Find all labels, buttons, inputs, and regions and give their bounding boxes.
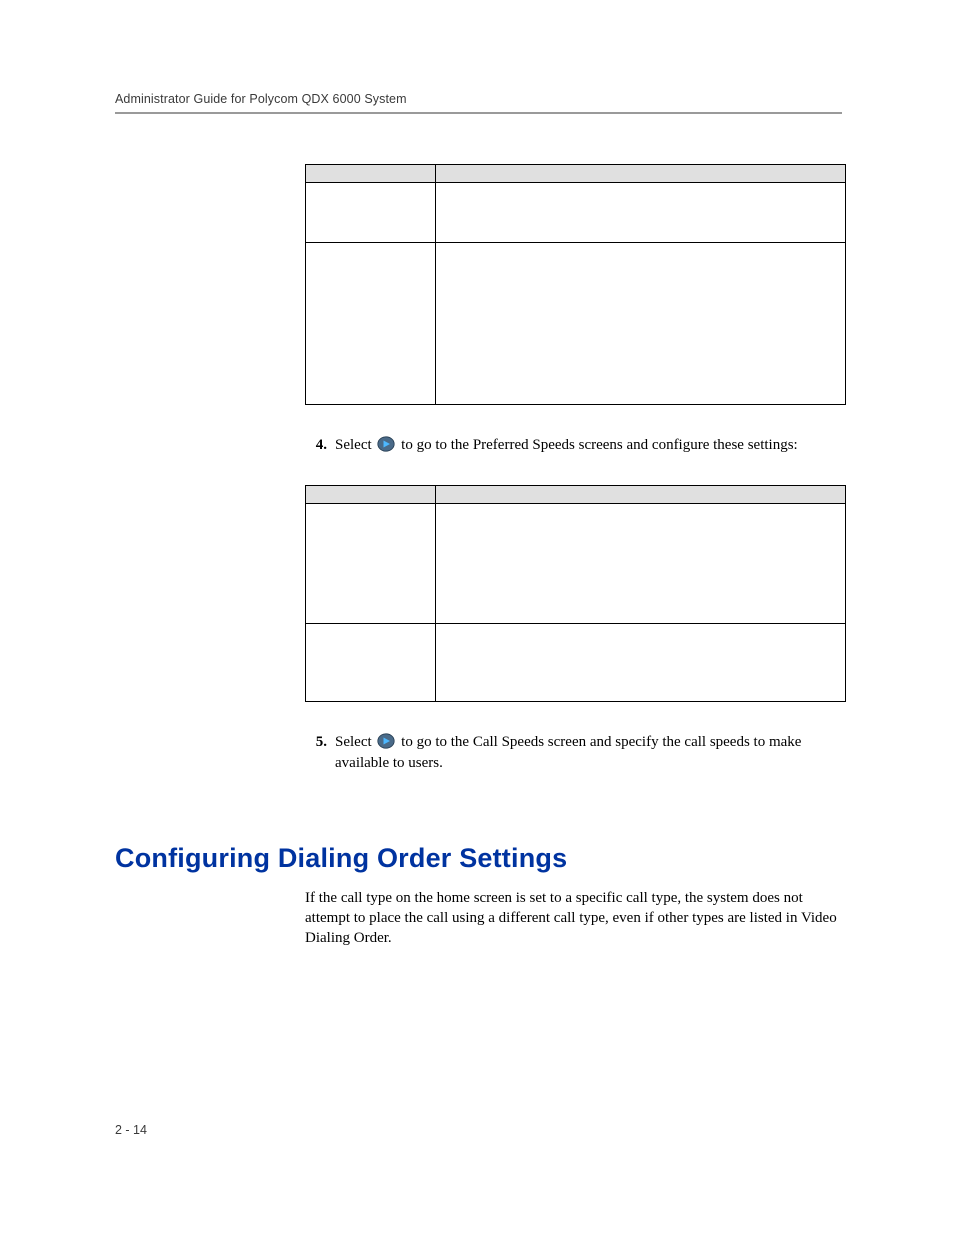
cell-setting xyxy=(306,504,436,624)
step-tail: to go to the Call Speeds screen and spec… xyxy=(335,734,801,770)
cell-setting xyxy=(306,183,436,243)
step-number: 4. xyxy=(305,435,335,455)
section-heading: Configuring Dialing Order Settings xyxy=(115,843,842,874)
table-header-row xyxy=(306,165,846,183)
table-row xyxy=(306,504,846,624)
table-row xyxy=(306,243,846,405)
step-lead: Select xyxy=(335,437,372,453)
col-setting xyxy=(306,165,436,183)
running-header: Administrator Guide for Polycom QDX 6000… xyxy=(115,92,842,106)
cell-description xyxy=(436,183,846,243)
cell-description xyxy=(436,624,846,702)
step-lead: Select xyxy=(335,734,372,750)
cell-description xyxy=(436,504,846,624)
step-tail: to go to the Preferred Speeds screens an… xyxy=(401,437,798,453)
table-row xyxy=(306,183,846,243)
cell-setting xyxy=(306,243,436,405)
settings-table-1 xyxy=(305,164,846,405)
page-number: 2 - 14 xyxy=(115,1123,147,1137)
header-rule xyxy=(115,112,842,114)
right-arrow-icon xyxy=(377,436,395,452)
col-description xyxy=(436,165,846,183)
cell-description xyxy=(436,243,846,405)
col-setting xyxy=(306,486,436,504)
step-5: 5. Select to go to the Call Speeds scree… xyxy=(305,732,842,773)
right-arrow-icon xyxy=(377,733,395,749)
cell-setting xyxy=(306,624,436,702)
table-header-row xyxy=(306,486,846,504)
col-description xyxy=(436,486,846,504)
table-row xyxy=(306,624,846,702)
section-paragraph: If the call type on the home screen is s… xyxy=(305,888,842,949)
step-4: 4. Select to go to the Preferred Speeds … xyxy=(305,435,842,455)
step-number: 5. xyxy=(305,732,335,752)
settings-table-2 xyxy=(305,485,846,702)
